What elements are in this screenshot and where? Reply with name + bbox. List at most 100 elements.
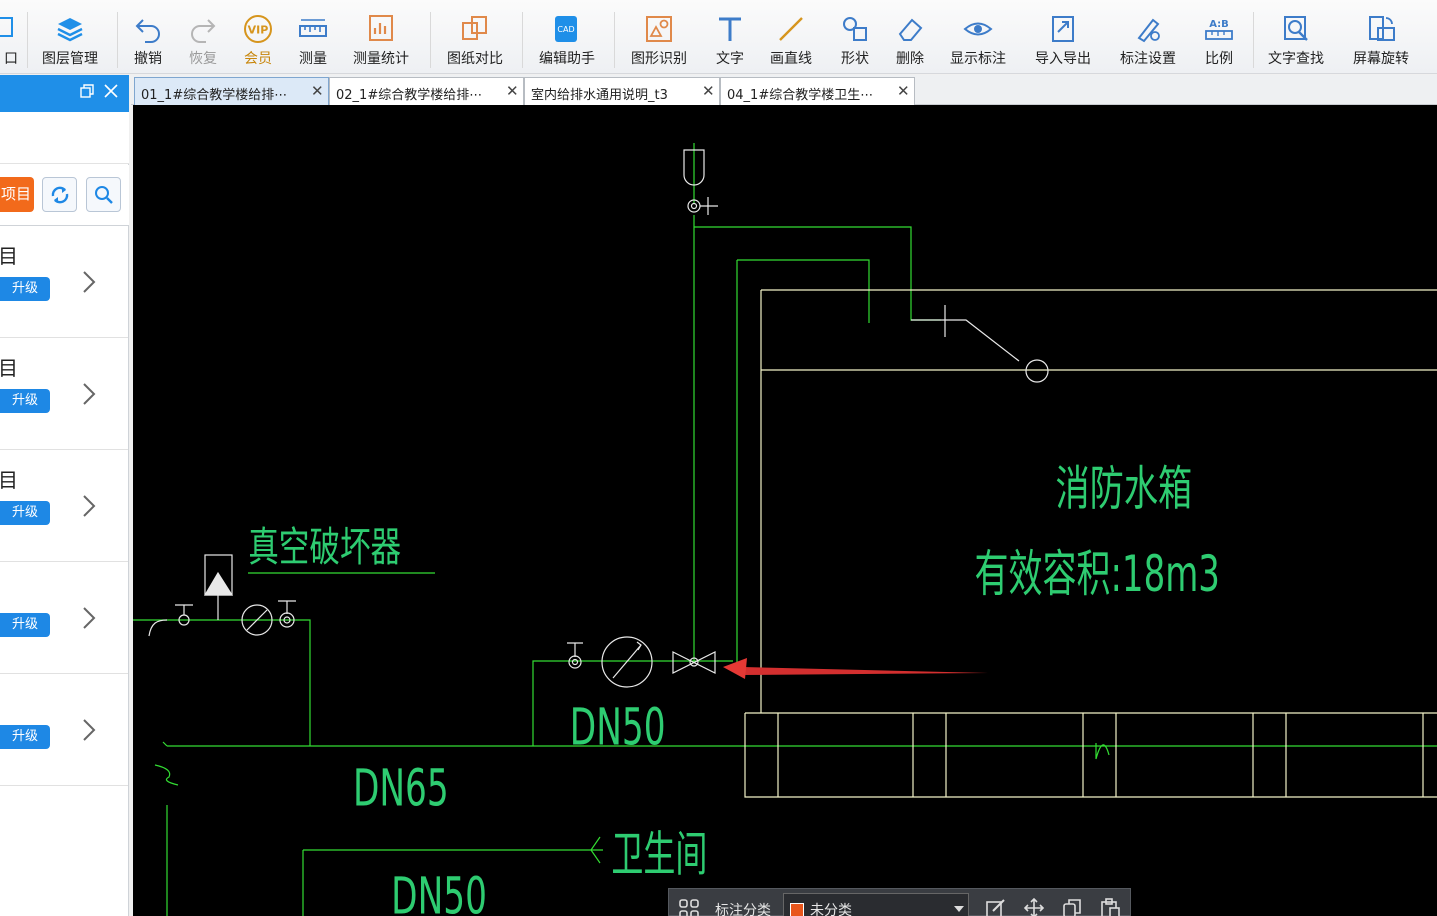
panel-tools: 项目 bbox=[0, 165, 129, 225]
app-window: 口 图层管理 撤销 恢复 VIP 会员 测量 测量统计 图纸对比 CAD 编辑助… bbox=[0, 0, 1437, 916]
dn50-upper-label: DN50 bbox=[570, 699, 666, 758]
tab-label: 02_1#综合教学楼给排⋯ bbox=[336, 88, 483, 103]
screen-rotate-label: 屏幕旋转 bbox=[1353, 51, 1409, 67]
move-icon[interactable] bbox=[1023, 897, 1045, 916]
annotation-settings-label: 标注设置 bbox=[1120, 51, 1176, 67]
vip-button[interactable]: VIP 会员 bbox=[243, 14, 273, 70]
window-label: 口 bbox=[4, 51, 18, 67]
draw-line-label: 画直线 bbox=[770, 51, 812, 67]
project-title: 目 bbox=[0, 468, 18, 492]
compare-icon bbox=[462, 16, 487, 40]
tab-drawing-02[interactable]: 02_1#综合教学楼给排⋯ ✕ bbox=[329, 77, 524, 105]
close-tab-icon[interactable]: ✕ bbox=[311, 82, 324, 100]
copy-icon[interactable] bbox=[1061, 897, 1083, 916]
project-title: 目 bbox=[0, 356, 18, 380]
window-button[interactable]: 口 bbox=[0, 14, 26, 70]
toolbar-divider bbox=[117, 12, 118, 68]
valve-group-upper bbox=[567, 636, 716, 688]
undo-button[interactable]: 撤销 bbox=[133, 14, 163, 70]
import-export-button[interactable]: 导入导出 bbox=[1035, 14, 1091, 70]
compare-drawings-button[interactable]: 图纸对比 bbox=[447, 14, 503, 70]
close-panel-icon[interactable] bbox=[104, 84, 118, 102]
shape-button[interactable]: 形状 bbox=[840, 14, 870, 70]
shape-recognition-label: 图形识别 bbox=[631, 51, 687, 67]
redo-icon bbox=[191, 19, 216, 43]
vacuum-breaker-label: 真空破坏器 bbox=[248, 524, 401, 572]
project-panel: 项目 目 升级 目 升级 目 升级 升级 升级 bbox=[0, 75, 129, 916]
text-icon bbox=[719, 17, 741, 41]
edit-helper-label: 编辑助手 bbox=[539, 51, 595, 67]
layer-manager-button[interactable]: 图层管理 bbox=[42, 14, 98, 70]
document-tabs: 01_1#综合教学楼给排⋯ ✕ 02_1#综合教学楼给排⋯ ✕ 室内给排水通用说… bbox=[131, 75, 1437, 105]
svg-text:VIP: VIP bbox=[248, 24, 269, 37]
screen-rotate-button[interactable]: 屏幕旋转 bbox=[1353, 14, 1409, 70]
measure-button[interactable]: 测量 bbox=[298, 14, 328, 70]
sync-button[interactable] bbox=[42, 177, 77, 212]
shape-recognition-icon bbox=[646, 16, 672, 42]
upgrade-badge[interactable]: 升级 bbox=[0, 725, 50, 749]
project-list-item[interactable]: 目 升级 bbox=[0, 338, 128, 450]
paste-icon[interactable] bbox=[1099, 897, 1121, 916]
project-list: 目 升级 目 升级 目 升级 升级 升级 bbox=[0, 225, 128, 915]
close-tab-icon[interactable]: ✕ bbox=[702, 82, 715, 100]
cad-drawing: 真空破坏器 消防水箱 有效容积:18m3 DN50 DN65 DN50 卫生间 bbox=[133, 143, 1437, 916]
restroom-label: 卫生间 bbox=[611, 826, 707, 882]
shape-recognition-button[interactable]: 图形识别 bbox=[631, 14, 687, 70]
show-annotation-button[interactable]: 显示标注 bbox=[950, 14, 1006, 70]
tab-label: 室内给排水通用说明_t3 bbox=[531, 88, 668, 103]
upgrade-badge[interactable]: 升级 bbox=[0, 277, 50, 301]
shape-label: 形状 bbox=[841, 51, 869, 67]
measure-stats-button[interactable]: 测量统计 bbox=[353, 14, 409, 70]
close-tab-icon[interactable]: ✕ bbox=[897, 82, 910, 100]
chevron-right-icon bbox=[83, 607, 96, 629]
text-button[interactable]: 文字 bbox=[715, 14, 745, 70]
tab-drawing-03[interactable]: 室内给排水通用说明_t3 ✕ bbox=[524, 77, 720, 105]
panel-spacer bbox=[0, 112, 129, 164]
redo-button[interactable]: 恢复 bbox=[188, 14, 218, 70]
upgrade-badge[interactable]: 升级 bbox=[0, 389, 50, 413]
text-search-button[interactable]: 文字查找 bbox=[1268, 14, 1324, 70]
redo-label: 恢复 bbox=[189, 51, 217, 67]
vip-label: 会员 bbox=[244, 51, 272, 67]
close-tab-icon[interactable]: ✕ bbox=[506, 82, 519, 100]
vip-icon: VIP bbox=[244, 15, 272, 43]
scale-button[interactable]: A:B 比例 bbox=[1204, 14, 1234, 70]
chevron-right-icon bbox=[83, 271, 96, 293]
delete-button[interactable]: 删除 bbox=[895, 14, 925, 70]
annotation-settings-button[interactable]: 标注设置 bbox=[1120, 14, 1176, 70]
tab-label: 04_1#综合教学楼卫生⋯ bbox=[727, 88, 874, 103]
tab-drawing-04[interactable]: 04_1#综合教学楼卫生⋯ ✕ bbox=[720, 77, 915, 105]
project-list-item[interactable]: 升级 bbox=[0, 562, 128, 674]
project-list-item[interactable]: 升级 bbox=[0, 674, 128, 786]
upgrade-badge[interactable]: 升级 bbox=[0, 613, 50, 637]
layers-icon bbox=[57, 18, 83, 42]
drawing-text: 真空破坏器 消防水箱 有效容积:18m3 DN50 DN65 DN50 卫生间 bbox=[248, 461, 1220, 916]
restore-window-icon[interactable] bbox=[80, 84, 94, 102]
drawing-canvas[interactable]: 真空破坏器 消防水箱 有效容积:18m3 DN50 DN65 DN50 卫生间 bbox=[133, 105, 1437, 916]
draw-line-button[interactable]: 画直线 bbox=[770, 14, 812, 70]
measure-label: 测量 bbox=[299, 51, 327, 67]
category-select[interactable]: 未分类 bbox=[783, 893, 969, 916]
shape-icon bbox=[843, 17, 867, 41]
red-annotation-arrow bbox=[723, 658, 988, 679]
project-list-item[interactable]: 目 升级 bbox=[0, 450, 128, 562]
text-search-icon bbox=[1284, 16, 1308, 41]
title-strip bbox=[0, 0, 1437, 7]
upgrade-badge[interactable]: 升级 bbox=[0, 501, 50, 525]
text-search-label: 文字查找 bbox=[1268, 51, 1324, 67]
eye-icon bbox=[963, 22, 993, 36]
top-vent-symbol bbox=[683, 149, 718, 215]
svg-text:A:B: A:B bbox=[1209, 19, 1229, 30]
toolbar-divider bbox=[430, 12, 431, 68]
search-button[interactable] bbox=[86, 177, 121, 212]
show-annotation-label: 显示标注 bbox=[950, 51, 1006, 67]
category-value: 未分类 bbox=[810, 903, 852, 916]
edit-helper-button[interactable]: CAD 编辑助手 bbox=[539, 14, 595, 70]
project-button[interactable]: 项目 bbox=[0, 177, 34, 212]
grid-menu-icon[interactable] bbox=[679, 899, 699, 916]
edit-icon[interactable] bbox=[985, 897, 1007, 916]
project-list-item[interactable]: 目 升级 bbox=[0, 226, 128, 338]
tab-drawing-01[interactable]: 01_1#综合教学楼给排⋯ ✕ bbox=[134, 77, 329, 105]
chevron-right-icon bbox=[83, 495, 96, 517]
pen-settings-icon bbox=[1137, 18, 1160, 43]
